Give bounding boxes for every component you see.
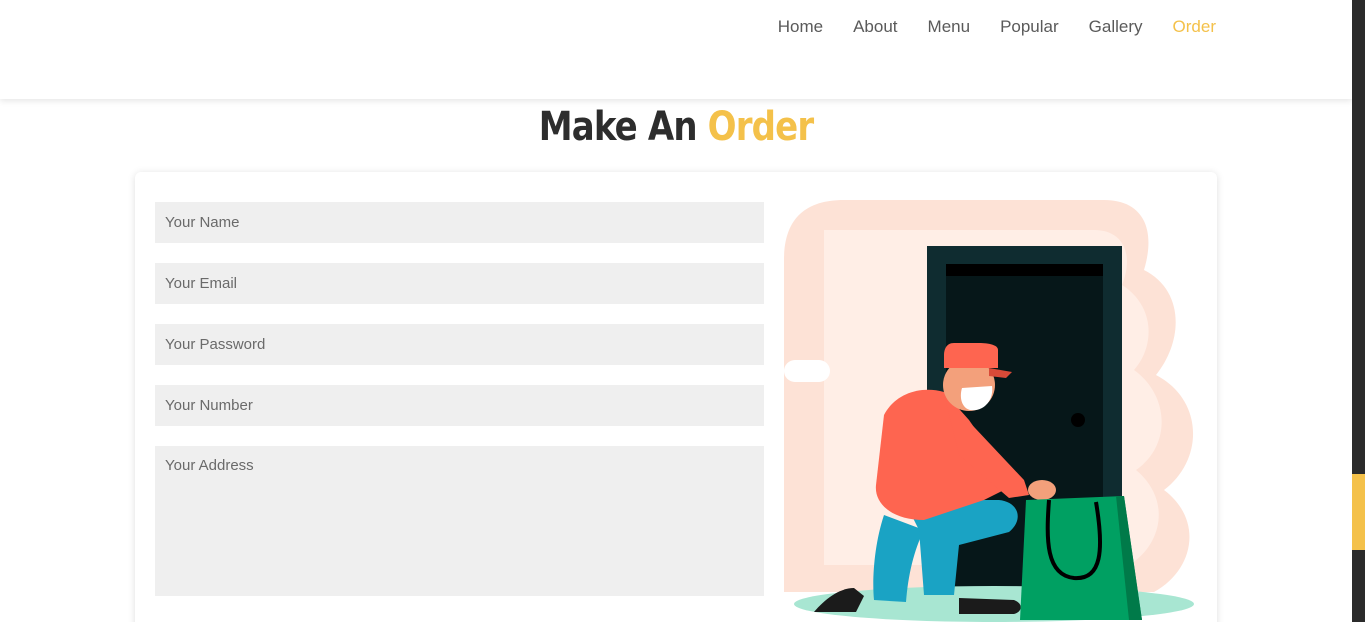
door-knob bbox=[1071, 413, 1085, 427]
number-input[interactable] bbox=[155, 385, 764, 426]
order-form-card bbox=[135, 172, 1217, 622]
section-title: Make An Order bbox=[101, 104, 1250, 150]
section-title-accent: Order bbox=[707, 104, 814, 150]
password-input[interactable] bbox=[155, 324, 764, 365]
main-nav: Home About Menu Popular Gallery Order bbox=[748, 17, 1216, 37]
delivery-person-illustration bbox=[784, 200, 1194, 622]
section-title-main: Make An bbox=[538, 104, 698, 150]
nav-link-about[interactable]: About bbox=[853, 17, 897, 37]
nav-link-home[interactable]: Home bbox=[778, 17, 823, 37]
address-textarea[interactable] bbox=[155, 446, 764, 596]
nav-link-order[interactable]: Order bbox=[1173, 17, 1216, 37]
nav-link-menu[interactable]: Menu bbox=[928, 17, 971, 37]
name-input[interactable] bbox=[155, 202, 764, 243]
nav-link-gallery[interactable]: Gallery bbox=[1089, 17, 1143, 37]
scrollbar-thumb[interactable] bbox=[1352, 474, 1365, 550]
email-input[interactable] bbox=[155, 263, 764, 304]
site-header: Home About Menu Popular Gallery Order bbox=[0, 0, 1352, 99]
nav-link-popular[interactable]: Popular bbox=[1000, 17, 1059, 37]
